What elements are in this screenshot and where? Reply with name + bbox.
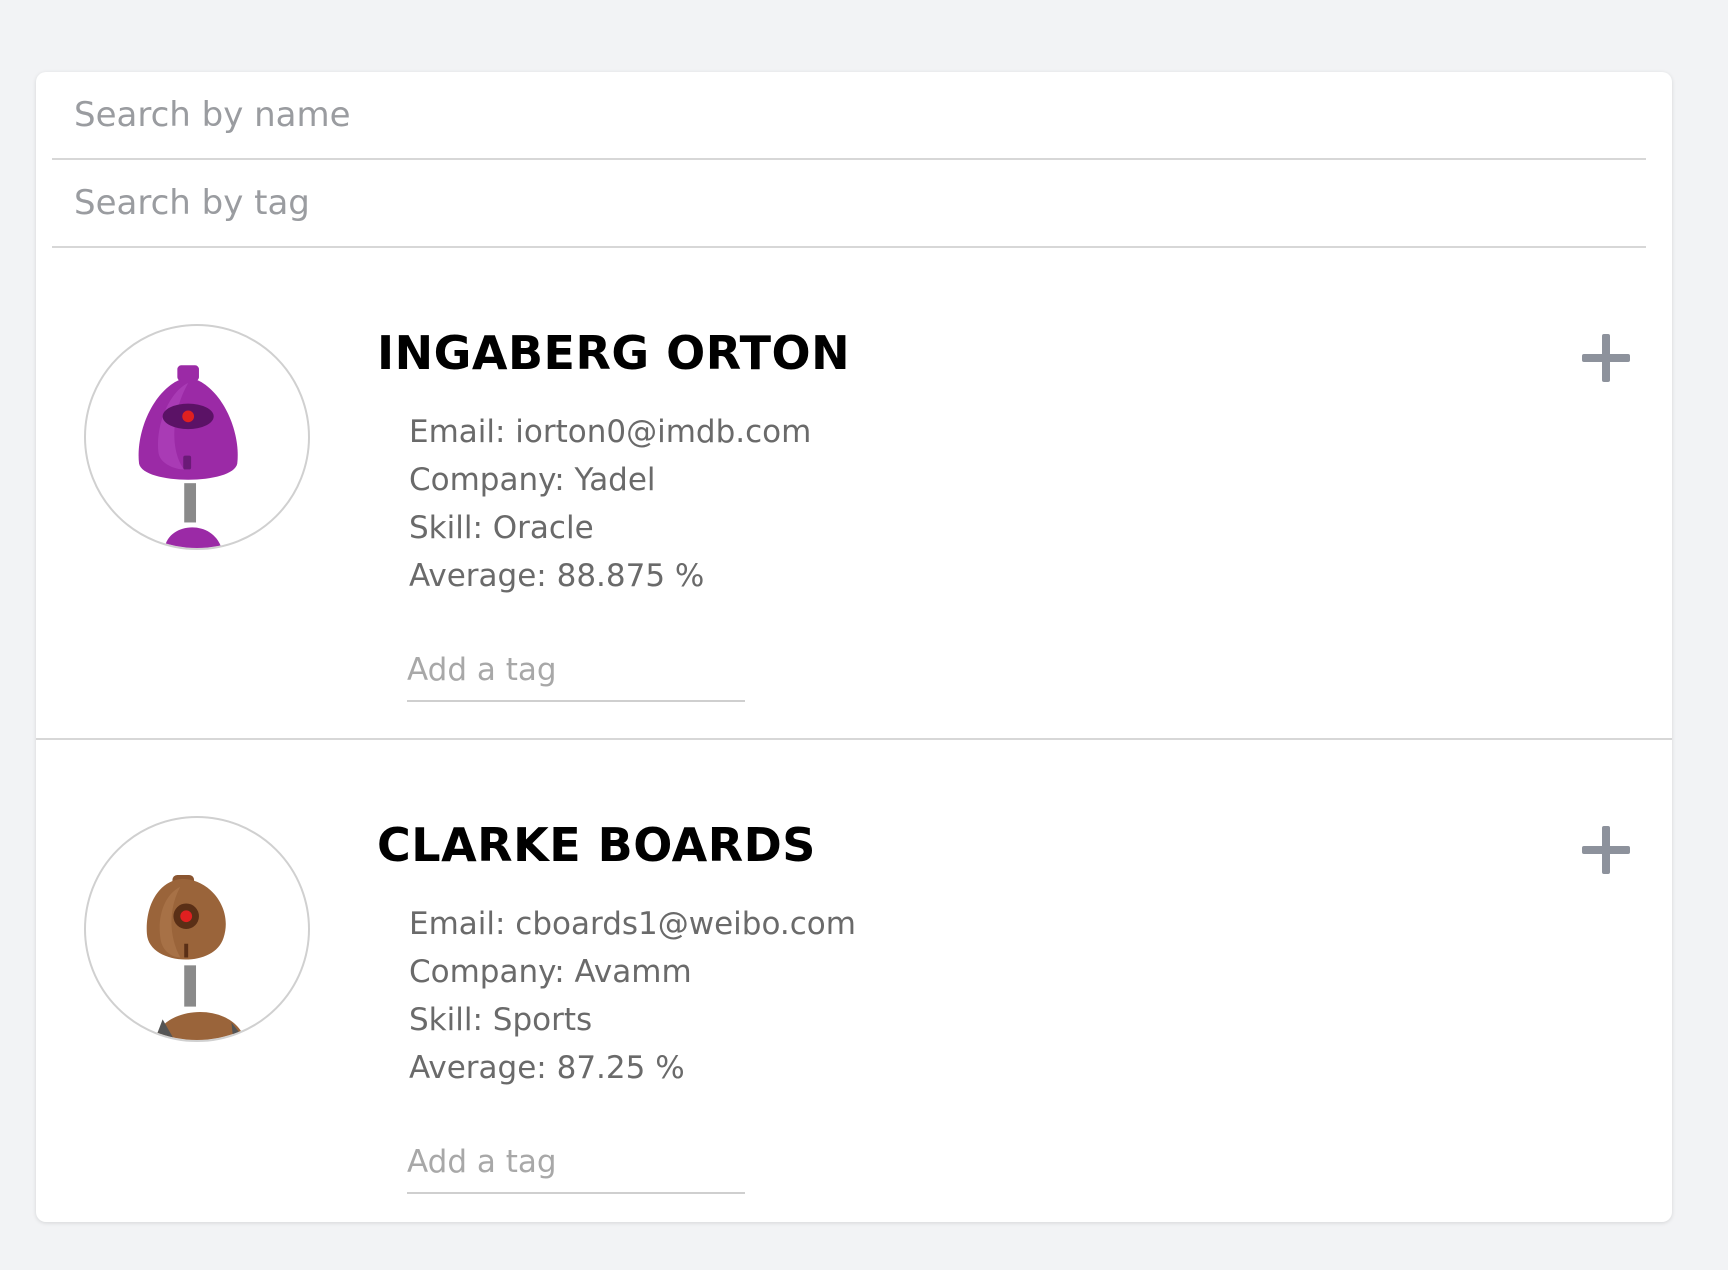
student-skill: Skill: Oracle — [409, 510, 594, 546]
search-by-name-input[interactable] — [52, 72, 1646, 158]
expand-plus-icon[interactable] — [1582, 826, 1630, 874]
student-item: CLARKE BOARDS Email: cboards1@weibo.com … — [36, 740, 1672, 1222]
student-skill: Skill: Sports — [409, 1002, 593, 1038]
search-by-name-row — [52, 72, 1646, 160]
student-company: Company: Avamm — [409, 954, 692, 990]
search-by-tag-input[interactable] — [52, 160, 1646, 246]
add-tag-input[interactable] — [407, 640, 745, 702]
add-tag-input[interactable] — [407, 1132, 745, 1194]
students-card: INGABERG ORTON Email: iorton0@imdb.com C… — [36, 72, 1672, 1222]
student-avatar — [84, 816, 310, 1042]
brown-robot-icon — [146, 874, 246, 1040]
student-name: CLARKE BOARDS — [377, 818, 816, 872]
student-item: INGABERG ORTON Email: iorton0@imdb.com C… — [36, 248, 1672, 740]
purple-robot-icon — [138, 365, 238, 548]
student-email: Email: iorton0@imdb.com — [409, 414, 812, 450]
student-email: Email: cboards1@weibo.com — [409, 906, 856, 942]
expand-plus-icon[interactable] — [1582, 334, 1630, 382]
search-by-tag-row — [52, 160, 1646, 248]
student-details: Email: cboards1@weibo.com Company: Avamm… — [409, 900, 856, 1092]
student-company: Company: Yadel — [409, 462, 656, 498]
student-details: Email: iorton0@imdb.com Company: Yadel S… — [409, 408, 811, 600]
student-name: INGABERG ORTON — [377, 326, 851, 380]
student-average: Average: 87.25 % — [409, 1050, 685, 1086]
student-average: Average: 88.875 % — [409, 558, 705, 594]
student-avatar — [84, 324, 310, 550]
